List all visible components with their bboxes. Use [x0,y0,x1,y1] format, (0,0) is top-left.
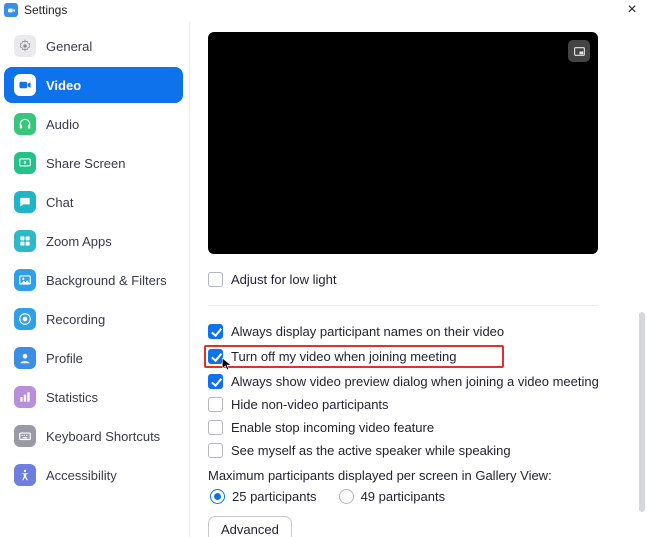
sidebar-item-video[interactable]: Video [4,67,183,103]
window-title: Settings [24,3,67,17]
sidebar-item-general[interactable]: General [4,28,183,64]
sidebar-item-zoom-apps[interactable]: Zoom Apps [4,223,183,259]
sidebar-item-accessibility[interactable]: Accessibility [4,457,183,493]
video-option-label: Enable stop incoming video feature [231,420,434,435]
sidebar-item-label: Profile [46,351,83,366]
sidebar-item-label: Audio [46,117,79,132]
video-preview [208,32,598,254]
gallery-radio[interactable] [339,489,354,504]
video-option-row: Always show video preview dialog when jo… [208,370,629,393]
chat-icon [14,191,36,213]
sidebar-item-profile[interactable]: Profile [4,340,183,376]
apps-icon [14,230,36,252]
keyboard-icon [14,425,36,447]
gear-icon [14,35,36,57]
advanced-button[interactable]: Advanced [208,516,292,537]
video-option-label: Always show video preview dialog when jo… [231,374,599,389]
sidebar: General Video Audio Share Screen Chat Zoom Ap… [0,22,190,537]
video-option-row: Always display participant names on thei… [208,320,629,343]
profile-icon [14,347,36,369]
sidebar-item-label: Zoom Apps [46,234,112,249]
video-option-checkbox[interactable] [208,443,223,458]
video-icon [14,74,36,96]
sidebar-item-label: Accessibility [46,468,117,483]
scrollbar[interactable] [639,312,645,512]
sidebar-item-label: Background & Filters [46,273,167,288]
headphones-icon [14,113,36,135]
sidebar-item-label: Share Screen [46,156,126,171]
video-option-checkbox[interactable] [208,397,223,412]
sidebar-item-share-screen[interactable]: Share Screen [4,145,183,181]
video-option-row: Enable stop incoming video feature [208,416,629,439]
video-option-label: Hide non-video participants [231,397,389,412]
sidebar-item-label: Statistics [46,390,98,405]
adjust-low-light-row: Adjust for low light [208,268,629,291]
video-option-checkbox[interactable] [208,374,223,389]
content-pane: Adjust for low light Always display part… [190,22,647,537]
video-option-label: Always display participant names on thei… [231,324,504,339]
share-screen-icon [14,152,36,174]
gallery-view-label: Maximum participants displayed per scree… [208,462,629,489]
statistics-icon [14,386,36,408]
gallery-radio-label: 49 participants [361,489,446,504]
sidebar-item-chat[interactable]: Chat [4,184,183,220]
adjust-low-light-checkbox[interactable] [208,272,223,287]
titlebar: Settings × [0,0,647,22]
sidebar-item-label: Keyboard Shortcuts [46,429,160,444]
video-option-row: Turn off my video when joining meeting [204,345,504,368]
sidebar-item-label: Recording [46,312,105,327]
background-icon [14,269,36,291]
sidebar-item-label: General [46,39,92,54]
recording-icon [14,308,36,330]
gallery-radio-label: 25 participants [232,489,317,504]
video-option-row: Hide non-video participants [208,393,629,416]
video-option-row: See myself as the active speaker while s… [208,439,629,462]
video-option-checkbox[interactable] [208,349,223,364]
sidebar-item-background-filters[interactable]: Background & Filters [4,262,183,298]
sidebar-item-label: Video [46,78,81,93]
video-option-label: See myself as the active speaker while s… [231,443,511,458]
video-option-checkbox[interactable] [208,420,223,435]
close-icon[interactable]: × [623,3,641,17]
gallery-radio[interactable] [210,489,225,504]
app-icon [4,3,18,17]
sidebar-item-audio[interactable]: Audio [4,106,183,142]
pip-icon[interactable] [568,40,590,62]
sidebar-item-recording[interactable]: Recording [4,301,183,337]
sidebar-item-label: Chat [46,195,73,210]
video-option-checkbox[interactable] [208,324,223,339]
video-option-label: Turn off my video when joining meeting [231,349,456,364]
sidebar-item-statistics[interactable]: Statistics [4,379,183,415]
accessibility-icon [14,464,36,486]
divider [208,305,598,306]
adjust-low-light-label: Adjust for low light [231,272,337,287]
sidebar-item-keyboard-shortcuts[interactable]: Keyboard Shortcuts [4,418,183,454]
